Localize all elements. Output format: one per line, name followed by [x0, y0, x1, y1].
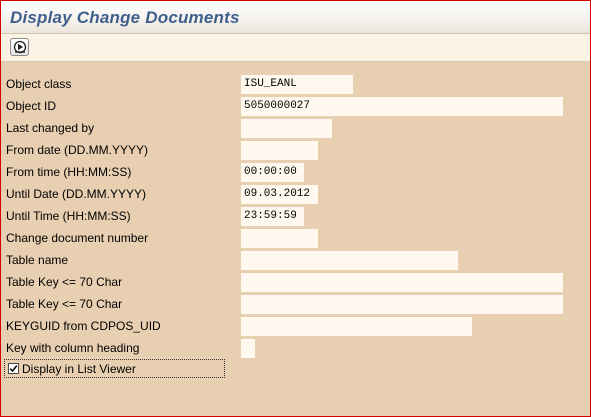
field-label: From time (HH:MM:SS) — [6, 165, 132, 179]
until-date-input[interactable]: 09.03.2012 — [241, 185, 318, 204]
table-key-input-1[interactable] — [241, 273, 563, 292]
field-row-until-time: Until Time (HH:MM:SS) 23:59:59 — [1, 205, 590, 227]
field-label: Until Time (HH:MM:SS) — [6, 209, 131, 223]
field-label: Object ID — [6, 99, 57, 113]
until-time-input[interactable]: 23:59:59 — [241, 207, 304, 226]
field-row-object-id: Object ID 5050000027 — [1, 95, 590, 117]
field-row-object-class: Object class ISU_EANL — [1, 73, 590, 95]
keyguid-input[interactable] — [241, 317, 472, 336]
from-date-input[interactable] — [241, 141, 318, 160]
field-row-key-with-column-heading: Key with column heading — [1, 337, 590, 359]
object-class-input[interactable]: ISU_EANL — [241, 75, 353, 94]
field-label: Key with column heading — [6, 341, 140, 355]
execute-icon — [13, 40, 27, 54]
last-changed-by-input[interactable] — [241, 119, 332, 138]
field-label: From date (DD.MM.YYYY) — [6, 143, 149, 157]
field-label: Table name — [6, 253, 69, 267]
application-toolbar — [1, 34, 590, 62]
field-row-change-document-number: Change document number — [1, 227, 590, 249]
field-label: KEYGUID from CDPOS_UID — [6, 319, 161, 333]
list-viewer-checkbox[interactable] — [8, 363, 19, 374]
field-label: Object class — [6, 77, 72, 91]
list-viewer-label: Display in List Viewer — [22, 362, 136, 376]
change-document-number-input[interactable] — [241, 229, 318, 248]
page-title: Display Change Documents — [10, 8, 240, 27]
from-time-input[interactable]: 00:00:00 — [241, 163, 304, 182]
field-label: Until Date (DD.MM.YYYY) — [6, 187, 147, 201]
field-row-from-time: From time (HH:MM:SS) 00:00:00 — [1, 161, 590, 183]
field-label: Table Key <= 70 Char — [6, 297, 123, 311]
field-row-until-date: Until Date (DD.MM.YYYY) 09.03.2012 — [1, 183, 590, 205]
checkmark-icon — [9, 365, 18, 373]
execute-button[interactable] — [10, 38, 29, 56]
field-row-table-key-2: Table Key <= 70 Char — [1, 293, 590, 315]
field-row-table-name: Table name — [1, 249, 590, 271]
field-row-last-changed-by: Last changed by — [1, 117, 590, 139]
key-with-column-heading-input[interactable] — [241, 339, 255, 358]
field-label: Change document number — [6, 231, 149, 245]
title-bar: Display Change Documents — [1, 1, 590, 34]
list-viewer-option[interactable]: Display in List Viewer — [4, 359, 225, 378]
field-row-from-date: From date (DD.MM.YYYY) — [1, 139, 590, 161]
selection-screen: Object class ISU_EANL Object ID 50500000… — [1, 62, 590, 415]
field-label: Table Key <= 70 Char — [6, 275, 123, 289]
field-row-table-key-1: Table Key <= 70 Char — [1, 271, 590, 293]
table-key-input-2[interactable] — [241, 295, 563, 314]
field-row-keyguid: KEYGUID from CDPOS_UID — [1, 315, 590, 337]
field-label: Last changed by — [6, 121, 95, 135]
table-name-input[interactable] — [241, 251, 458, 270]
object-id-input[interactable]: 5050000027 — [241, 97, 563, 116]
